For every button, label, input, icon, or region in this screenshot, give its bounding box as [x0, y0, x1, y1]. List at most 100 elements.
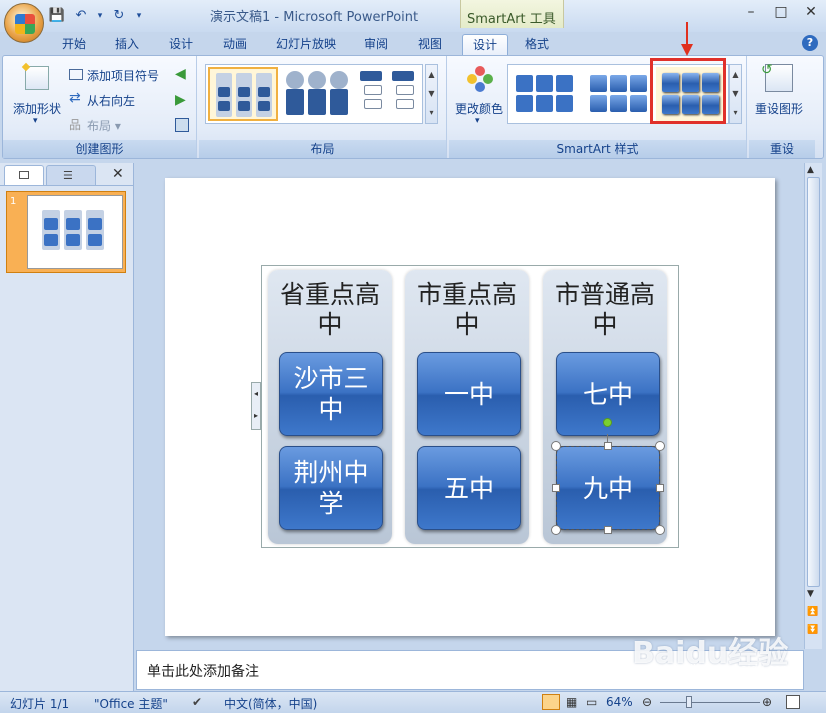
next-slide-icon[interactable]: ⏬	[807, 625, 818, 635]
tab-view[interactable]: 视图	[408, 34, 452, 56]
layout-button[interactable]: 布局 ▾	[87, 117, 121, 134]
tab-review[interactable]: 审阅	[354, 34, 398, 56]
undo-icon[interactable]: ↶	[72, 7, 90, 25]
scroll-down-icon[interactable]: ▼	[807, 589, 814, 599]
promote-icon[interactable]: ◀	[175, 66, 186, 82]
text-pane-toggle-icon[interactable]: ◂ ▸	[251, 382, 261, 430]
slide-number: 1	[10, 196, 17, 207]
layout-option-2[interactable]	[282, 67, 352, 121]
resize-handle-ne[interactable]	[655, 441, 665, 451]
zoom-out-icon[interactable]: ⊖	[642, 695, 652, 709]
resize-handle-e[interactable]	[656, 484, 664, 492]
layout-gallery	[205, 64, 423, 124]
slide-indicator: 幻灯片 1/1	[10, 697, 70, 711]
redo-icon[interactable]: ↻	[110, 7, 128, 25]
demote-icon[interactable]: ▶	[175, 92, 186, 108]
text-pane-icon[interactable]	[175, 118, 189, 132]
resize-handle-nw[interactable]	[551, 441, 561, 451]
language-indicator[interactable]: 中文(简体，中国)	[224, 695, 317, 712]
layout-option-1[interactable]	[208, 67, 278, 121]
office-logo-icon	[15, 14, 35, 34]
change-colors-dropdown-icon[interactable]: ▾	[475, 116, 480, 126]
undo-dropdown-icon[interactable]: ▾	[96, 7, 104, 25]
slides-panel: ☰ ✕ 1	[0, 163, 134, 691]
tab-smartart-design[interactable]: 设计	[462, 34, 508, 56]
customize-qat-icon[interactable]: ▾	[134, 7, 144, 25]
tab-outline[interactable]: ☰	[46, 165, 96, 185]
group-reset: ↺ 重设图形 重设	[749, 56, 815, 158]
change-colors-button[interactable]: 更改颜色	[455, 100, 503, 117]
zoom-slider-thumb[interactable]	[686, 696, 692, 708]
zoom-slider-track[interactable]	[660, 702, 760, 703]
fit-to-window-icon[interactable]	[786, 695, 800, 709]
right-to-left-button[interactable]: 从右向左	[87, 92, 135, 109]
style-option-2[interactable]	[584, 67, 654, 121]
style-gallery-scroll[interactable]: ▲ ▼ ▾	[729, 64, 742, 124]
tab-animations[interactable]: 动画	[212, 34, 258, 56]
watermark-url: jingyan.baidu.com	[690, 662, 792, 675]
change-colors-icon	[467, 66, 497, 96]
group-create-graphic: 添加形状 ▾ 添加项目符号 ⇄ 从右向左 品 布局 ▾ ◀ ▶ 创建图形	[3, 56, 197, 158]
scroll-thumb[interactable]	[807, 177, 820, 587]
add-bullet-button[interactable]: 添加项目符号	[87, 67, 159, 84]
slideshow-view-icon[interactable]: ▭	[586, 695, 597, 709]
column-header-1[interactable]: 省重点高中	[268, 280, 392, 340]
smartart-box-1-2[interactable]: 荆州中学	[279, 446, 383, 530]
tab-home[interactable]: 开始	[52, 34, 96, 56]
window-controls: – □ ✕	[736, 4, 826, 24]
help-icon[interactable]: ?	[802, 35, 818, 51]
resize-handle-s[interactable]	[604, 526, 612, 534]
resize-handle-se[interactable]	[655, 525, 665, 535]
resize-handle-w[interactable]	[552, 484, 560, 492]
office-button[interactable]	[4, 3, 44, 43]
theme-name: "Office 主题"	[94, 697, 168, 711]
layout-option-3[interactable]	[354, 67, 424, 121]
column-header-3[interactable]: 市普通高中	[543, 280, 667, 340]
maximize-button[interactable]: □	[766, 4, 796, 24]
annotation-arrow-icon	[681, 44, 693, 56]
normal-view-icon[interactable]	[542, 694, 560, 710]
layout-gallery-scroll[interactable]: ▲ ▼ ▾	[425, 64, 438, 124]
quick-access-toolbar: 💾 ↶ ▾ ↻ ▾	[48, 6, 144, 26]
add-shape-button[interactable]: 添加形状	[13, 100, 61, 117]
tab-design[interactable]: 设计	[158, 34, 204, 56]
tab-slideshow[interactable]: 幻灯片放映	[268, 34, 344, 56]
previous-slide-icon[interactable]: ⏫	[807, 607, 818, 617]
rotation-handle[interactable]	[603, 418, 612, 427]
bullet-icon	[69, 69, 83, 80]
close-button[interactable]: ✕	[796, 4, 826, 24]
close-panel-icon[interactable]: ✕	[112, 166, 124, 182]
selection-outline	[556, 446, 660, 530]
slide-thumbnail[interactable]: 1	[6, 191, 126, 273]
scroll-up-icon[interactable]: ▲	[807, 165, 814, 175]
zoom-in-icon[interactable]: ⊕	[762, 695, 772, 709]
group-label: 创建图形	[3, 140, 196, 158]
status-bar: 幻灯片 1/1 "Office 主题" ✔ 中文(简体，中国) ▦ ▭ 64% …	[0, 691, 826, 713]
smartart-box-1-1[interactable]: 沙市三中	[279, 352, 383, 436]
group-label: SmartArt 样式	[449, 140, 746, 158]
notes-placeholder: 单击此处添加备注	[147, 664, 259, 680]
tab-insert[interactable]: 插入	[104, 34, 150, 56]
minimize-button[interactable]: –	[736, 4, 766, 24]
smartart-box-2-2[interactable]: 五中	[417, 446, 521, 530]
spell-check-icon[interactable]: ✔	[192, 695, 202, 709]
reset-graphic-button[interactable]: 重设图形	[755, 100, 803, 117]
tab-slides[interactable]	[4, 165, 44, 185]
group-label: 重设	[749, 140, 815, 158]
resize-handle-sw[interactable]	[551, 525, 561, 535]
vertical-scrollbar[interactable]: ▲ ▼ ⏫ ⏬	[804, 163, 822, 649]
zoom-level[interactable]: 64%	[606, 695, 633, 709]
add-shape-icon	[25, 66, 49, 90]
smartart-box-2-1[interactable]: 一中	[417, 352, 521, 436]
slides-tab-icon	[19, 171, 29, 179]
add-shape-dropdown-icon[interactable]: ▾	[33, 116, 38, 126]
style-option-1[interactable]	[510, 67, 580, 121]
resize-handle-n[interactable]	[604, 442, 612, 450]
tab-smartart-format[interactable]: 格式	[514, 34, 560, 56]
smartart-tools-context-title: SmartArt 工具	[460, 0, 564, 28]
group-label: 布局	[199, 140, 446, 158]
window-title: 演示文稿1 - Microsoft PowerPoint	[210, 10, 419, 25]
slide-sorter-icon[interactable]: ▦	[566, 695, 577, 709]
save-icon[interactable]: 💾	[48, 7, 66, 25]
column-header-2[interactable]: 市重点高中	[405, 280, 529, 340]
